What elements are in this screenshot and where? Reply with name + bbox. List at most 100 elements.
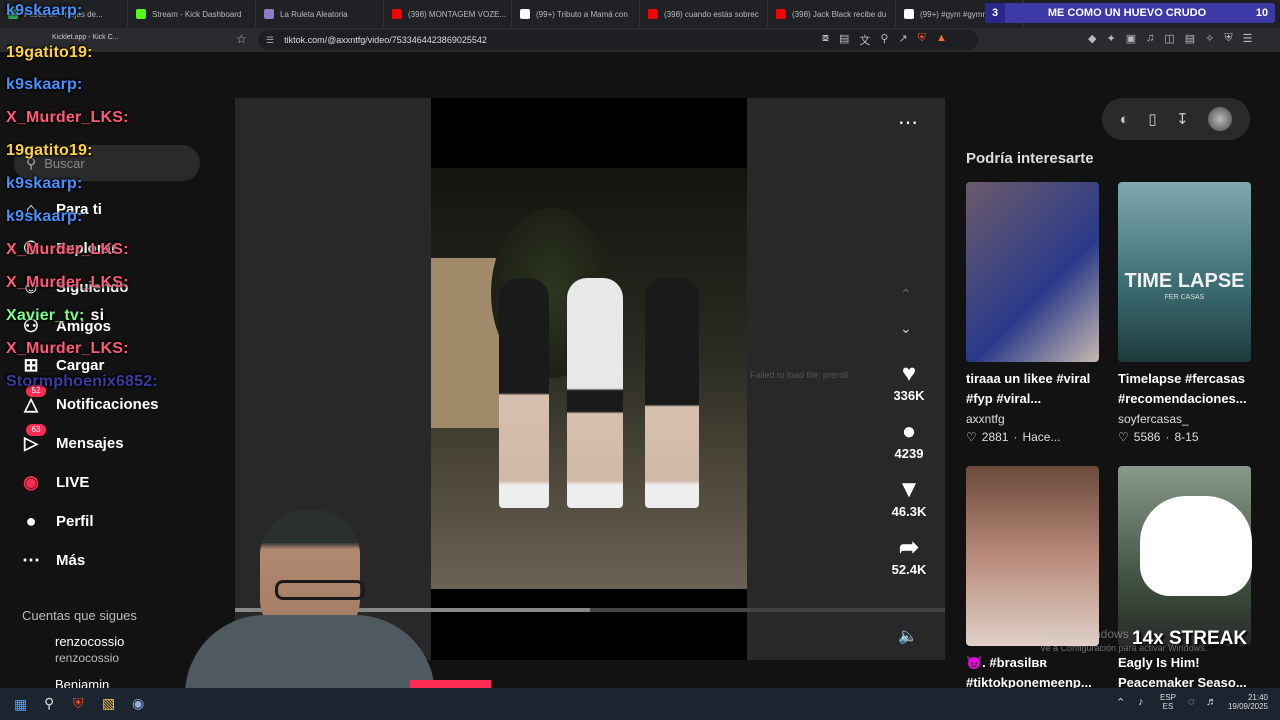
thumbnail-overlay-subtext: FER CASAS [1164,294,1205,301]
profile-icon: ● [25,510,37,531]
tab-title: (99+) #gym #gymm [920,9,990,19]
recommendation-thumbnail[interactable] [966,182,1099,362]
chat-message: X_Murder_LKS: [6,109,135,127]
taskbar-search-icon[interactable]: ⚲ [44,695,54,712]
tab-title: Stream - Kick Dashboard [152,9,242,19]
browser-tab[interactable]: (398) Jack Black recibe du [768,0,896,28]
mic-icon[interactable]: ♪ [1138,696,1144,708]
activate-windows-subtitle: Ve a Configuración para activar Windows. [1040,643,1208,653]
translate-icon[interactable]: 文 [859,32,870,48]
clock-date: 19/09/2025 [1227,702,1268,711]
browser-tab[interactable]: (398) MONTAGEM VOZE... [384,0,512,28]
sidebar-item-label: Perfil [56,512,94,530]
menu-icon[interactable]: ☰ [1243,32,1253,45]
browser-tab[interactable]: (99+) Tributo a Mamá con [512,0,640,28]
browser-tab[interactable]: La Ruleta Aleatoria [256,0,384,28]
top-right-icons: ◐ ▯ ↧ [1102,98,1250,140]
volume-icon[interactable]: 🔈 [898,626,918,646]
prev-video-icon[interactable]: ⌃ [900,286,912,303]
coin-icon[interactable]: ◐ [1120,111,1129,128]
chat-message: X_Murder_LKS: [6,274,135,292]
browser-tab[interactable]: Stream - Kick Dashboard [128,0,256,28]
clock[interactable]: 21:40 19/09/2025 [1224,693,1268,711]
chat-username: Xavier_tv: [6,307,85,324]
recommendations-header: Podría interesarte [966,150,1094,167]
chat-username: Stormphoenix6852: [6,373,158,390]
chat-username: 19gatito19: [6,142,93,159]
puzzle-icon[interactable]: ✦ [1106,32,1115,45]
sidebar-item-label: Notificaciones [56,395,159,413]
recommendation-thumbnail[interactable]: TIME LAPSE FER CASAS [1118,182,1251,362]
wifi-icon[interactable]: ◌ [1188,696,1195,708]
extension-icons: ◆ ✦ ▣ ♫ ◫ ▤ ✧ ⛨ ☰ [1088,32,1253,45]
red-button[interactable] [410,680,491,688]
sidebar-toggle-icon[interactable]: ◫ [1164,32,1174,45]
recommendation-title[interactable]: 😈. #brasilʙʀ #tiktokponemeenp... [966,653,1108,693]
recommendation-title[interactable]: Timelapse #fercasas #recomendaciones... [1118,369,1260,409]
vpn-icon[interactable]: ⛨ [1224,32,1232,45]
action-count: 46.3K [891,504,927,519]
following-item-1[interactable]: renzocossio renzocossio [55,634,124,665]
chat-message: k9skaarp: [6,76,89,94]
phone-icon[interactable]: ▯ [1148,110,1156,128]
separator-dot: · [1165,430,1170,444]
tab-favicon-icon [136,9,146,19]
webcam-person [185,505,435,688]
download-icon[interactable]: ↧ [1176,110,1189,128]
rewards-icon[interactable]: ▲ [936,32,947,48]
wallet-icon[interactable]: ▤ [1185,32,1195,45]
recommendation-stats: ♡ 2881 · Hace... [966,430,1060,444]
more-options-icon[interactable]: ⋯ [898,110,919,135]
explorer-taskbar-icon[interactable]: ▧ [102,695,115,712]
bookmark-star-icon[interactable]: ☆ [236,32,247,46]
windows-taskbar: ▦ ⚲ ⛨ ▧ ◉ ⌃ ♪ ESP ES ◌ ♬ 21:40 19/09/202… [0,688,1280,720]
chat-username: X_Murder_LKS: [6,241,129,258]
avatar[interactable] [1208,107,1233,131]
sidebar-item-label: Más [56,551,86,569]
browser-tab[interactable]: (398) cuando estás sobrec [640,0,768,28]
tab-title: (99+) Tributo a Mamá con [536,9,628,19]
recommendation-title[interactable]: tiraaa un likee #viral #fyp #viral... [966,369,1108,409]
music-icon[interactable]: ♫ [1146,32,1154,45]
chat-message: X_Murder_LKS: [6,241,135,259]
brave-taskbar-icon[interactable]: ⛨ [73,695,84,712]
recommendation-title[interactable]: Eagly Is Him! Peacemaker Seaso... [1118,653,1260,693]
sidebar-item-live[interactable]: ◉ LIVE [18,469,89,495]
leo-icon[interactable]: ✧ [1205,32,1214,45]
bookmark-action[interactable]: ▼ 46.3K [884,476,934,519]
goal-banner: 3 ME COMO UN HUEVO CRUDO 10 [985,3,1275,23]
share-action[interactable]: ➦ 52.4K [884,534,934,577]
language-indicator[interactable]: ESP ES [1160,693,1176,711]
thumbnail-overlay-text: TIME LAPSE [1124,270,1245,292]
extension-1-icon[interactable]: ◆ [1088,32,1096,45]
brave-shield-icon[interactable]: ⛨ [918,32,926,48]
recommendation-thumbnail[interactable] [966,466,1099,646]
keyboard-code: ES [1162,702,1174,711]
cast-icon[interactable]: ▤ [839,32,849,48]
chat-message: k9skaarp: [6,208,89,226]
share-page-icon[interactable]: ↗ [898,32,907,48]
recommendation-author[interactable]: axxntfg [966,412,1005,426]
recommendation-author[interactable]: soyfercasas_ [1118,412,1189,426]
next-video-icon[interactable]: ⌄ [900,320,912,337]
chat-username: X_Murder_LKS: [6,109,129,126]
video-error-text: Failed to load file: preroll [750,370,849,380]
heart-action[interactable]: ♥ 336K [884,360,934,403]
zoom-icon[interactable]: ⚲ [880,32,888,48]
sidebar-item-más[interactable]: ⋯ Más [18,547,85,573]
following-handle: renzocossio [55,651,120,665]
comment-action[interactable]: ● 4239 [884,418,934,461]
sidebar-item-perfil[interactable]: ● Perfil [18,508,94,534]
goal-banner-text: ME COMO UN HUEVO CRUDO [1047,7,1207,19]
tab-search-icon[interactable]: ▣ [1126,32,1136,45]
windows-start-icon[interactable]: ▦ [14,696,27,713]
dancer-3 [645,278,699,508]
site-settings-icon[interactable]: ☰ [266,35,274,46]
app-taskbar-icon[interactable]: ◉ [132,695,144,712]
chat-username: 19gatito19: [6,44,93,61]
volume-tray-icon[interactable]: ♬ [1206,696,1217,708]
video-frame[interactable] [431,168,747,589]
sidebar-item-label: Mensajes [56,434,124,452]
tray-chevron-icon[interactable]: ⌃ [1116,696,1125,709]
reader-icon[interactable]: ⧇ [822,32,829,48]
